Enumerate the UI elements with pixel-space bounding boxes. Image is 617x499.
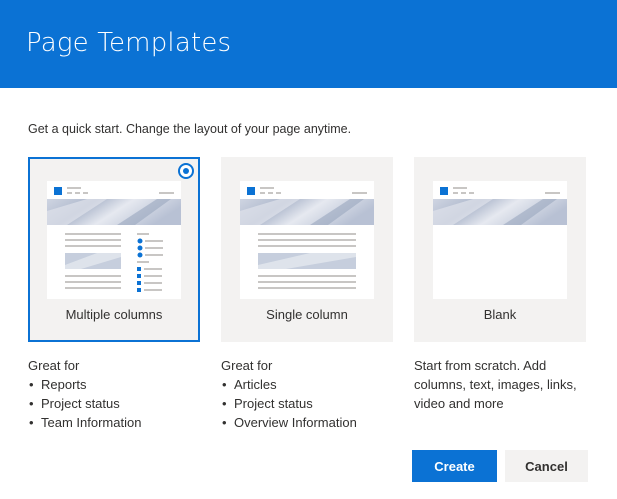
list-item: Project status [28, 394, 141, 413]
create-button[interactable]: Create [412, 450, 497, 482]
template-card-multiple-columns[interactable]: Multiple columns [28, 157, 200, 342]
dialog-title: Page Templates [26, 28, 232, 58]
template-label-blank: Blank [483, 307, 517, 322]
description-list: Reports Project status Team Information [28, 375, 141, 432]
description-heading: Great for [221, 358, 273, 373]
dialog-header: Page Templates [0, 0, 617, 88]
description-line: columns, text, images, links, [414, 377, 577, 392]
template-card-blank[interactable]: Blank [414, 157, 586, 342]
cancel-button[interactable]: Cancel [505, 450, 588, 482]
list-item: Articles [221, 375, 357, 394]
list-item: Reports [28, 375, 141, 394]
description-blank: Start from scratch. Add columns, text, i… [414, 356, 577, 413]
multiple-columns-preview [47, 181, 181, 299]
template-label-multiple-columns: Multiple columns [65, 307, 163, 322]
selected-radio-icon [178, 163, 194, 179]
list-item: Overview Information [221, 413, 357, 432]
description-multiple-columns: Great for Reports Project status Team In… [28, 356, 141, 432]
single-column-preview [240, 181, 374, 299]
description-list: Articles Project status Overview Informa… [221, 375, 357, 432]
dialog-subtitle: Get a quick start. Change the layout of … [28, 122, 352, 136]
list-item: Team Information [28, 413, 141, 432]
blank-preview [433, 181, 567, 299]
description-heading: Great for [28, 358, 80, 373]
description-single-column: Great for Articles Project status Overvi… [221, 356, 357, 432]
description-line: Start from scratch. Add [414, 358, 547, 373]
template-label-single-column: Single column [266, 307, 348, 322]
template-card-single-column[interactable]: Single column [221, 157, 393, 342]
list-item: Project status [221, 394, 357, 413]
description-line: video and more [414, 396, 504, 411]
